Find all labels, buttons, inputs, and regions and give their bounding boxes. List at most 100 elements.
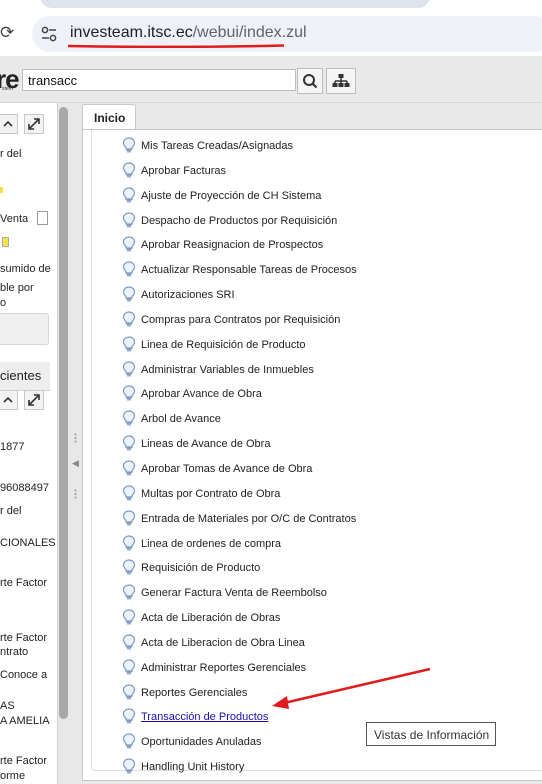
menu-item-label: Reportes Gerenciales (141, 686, 248, 699)
recent-panel-header: cientes (0, 362, 50, 391)
menu-item-label: Handling Unit History (141, 761, 245, 774)
menu-item-label: Aprobar Tomas de Avance de Obra (141, 462, 313, 475)
recent-item[interactable]: CIONALES (0, 537, 56, 549)
maximize-recent-button[interactable] (24, 390, 44, 410)
chevron-up-icon (3, 396, 13, 403)
expand-icon (28, 394, 40, 406)
recent-item[interactable]: ntrato (0, 646, 28, 658)
menu-item-label: Aprobar Reasignacion de Prospectos (141, 239, 324, 252)
menu-item-label: Oportunidades Anuladas (141, 736, 262, 749)
menu-item-label: Linea de ordenes de compra (141, 537, 282, 550)
lightbulb-icon (122, 162, 136, 178)
lightbulb-icon (122, 534, 136, 550)
maximize-panel-button[interactable] (24, 114, 44, 134)
menu-item-label: Multas por Contrato de Obra (141, 487, 281, 500)
splitter-grip-icon (74, 489, 77, 499)
expand-icon (28, 118, 40, 130)
menu-item-label: Requisición de Producto (141, 562, 261, 575)
browser-tab-strip (40, 0, 430, 8)
recent-item[interactable]: orme (0, 770, 25, 782)
collapse-recent-button[interactable] (0, 390, 18, 410)
menu-item-label: Linea de Requisición de Producto (141, 338, 306, 351)
lightbulb-icon (122, 460, 136, 476)
menu-item-label: Lineas de Avance de Obra (141, 438, 271, 451)
lightbulb-icon (122, 137, 136, 153)
lightbulb-icon (122, 659, 136, 675)
tooltip: Vistas de Información (366, 722, 496, 746)
app-header: re stem (0, 56, 542, 103)
menu-item-label: Administrar Reportes Gerenciales (141, 661, 307, 674)
app-body: r del Venta sumido de ble por o cientes … (0, 103, 542, 784)
tab-inicio[interactable]: Inicio (82, 104, 136, 130)
panel-text-line: ble por (0, 282, 34, 294)
collapse-arrow-icon[interactable]: ◀ (72, 459, 79, 469)
lightbulb-icon (122, 211, 136, 227)
panel-text-line: Venta (0, 213, 29, 225)
lightbulb-icon (122, 733, 136, 749)
home-content: Mis Tareas Creadas/Asignadas Aprobar Fact… (82, 129, 542, 781)
menu-item-label: Despacho de Productos por Requisición (141, 214, 338, 227)
menu-item-label: Mis Tareas Creadas/Asignadas (141, 140, 294, 152)
url-underline-annotation (68, 44, 284, 48)
menu-item-label: Transacción de Productos (141, 711, 269, 724)
panel-text-line: o (0, 297, 7, 309)
url-text: investeam.itsc.ec/webui/index.zul (70, 24, 307, 42)
recent-item[interactable]: 96088497 (0, 482, 49, 494)
lightbulb-icon (122, 708, 136, 724)
site-settings-icon[interactable] (40, 25, 58, 43)
app-logo-subtitle: stem (2, 86, 13, 92)
hierarchy-icon (332, 74, 350, 87)
lightbulb-icon (122, 758, 136, 774)
menu-item-label: Acta de Liberación de Obras (141, 612, 281, 625)
lightbulb-icon (122, 236, 136, 252)
lightbulb-icon (122, 634, 136, 650)
search-button[interactable] (297, 68, 323, 94)
menu-item-label: Ajuste de Proyección de CH Sistema (141, 189, 322, 202)
panel-text-line: sumido de (0, 263, 51, 275)
menu-tree-button[interactable] (326, 68, 356, 94)
lightbulb-icon (122, 485, 136, 501)
recent-item[interactable]: A AMELIA (0, 715, 50, 727)
global-search-input[interactable] (22, 69, 296, 91)
lightbulb-icon (122, 360, 136, 376)
lightbulb-icon (122, 261, 136, 277)
lightbulb-icon (122, 609, 136, 625)
menu-item-label: Generar Factura Venta de Reembolso (141, 587, 327, 600)
recent-item[interactable]: Conoce a (0, 669, 47, 681)
menu-item-label: Compras para Contratos por Requisición (141, 313, 341, 326)
menu-tree-container: Mis Tareas Creadas/Asignadas Aprobar Fact… (91, 130, 542, 774)
dashboard-panel: r del Venta sumido de ble por o cientes … (0, 103, 58, 784)
menu-item-label: Administrar Variables de Inmuebles (141, 363, 314, 376)
lightbulb-icon (122, 559, 136, 575)
recent-item[interactable]: 1877 (0, 441, 24, 453)
collapse-panel-button[interactable] (0, 114, 18, 134)
lightbulb-icon (122, 385, 136, 401)
recent-item[interactable]: r del (0, 505, 21, 517)
recent-item[interactable]: rte Factor (0, 632, 47, 644)
lightbulb-icon (122, 683, 136, 699)
panel-text-line: r del (0, 148, 22, 160)
lightbulb-icon (122, 336, 136, 352)
panel-scrollbar-thumb[interactable] (59, 107, 68, 719)
menu-item-label: Actualizar Responsable Tareas de Proceso… (141, 264, 357, 277)
lightbulb-icon (122, 311, 136, 327)
chevron-up-icon (3, 120, 13, 127)
panel-splitter[interactable] (71, 103, 81, 784)
tab-label: Inicio (94, 111, 126, 125)
recent-item[interactable]: AS (0, 700, 15, 712)
document-icon[interactable] (37, 211, 48, 225)
menu-item-label: Aprobar Avance de Obra (141, 388, 262, 401)
url-host: investeam.itsc.ec (70, 24, 193, 41)
lightbulb-icon (122, 435, 136, 451)
url-path: /webui/index.zul (192, 24, 307, 41)
splitter-grip-icon (74, 433, 77, 443)
note-icon (2, 237, 9, 247)
bulb-icon (0, 187, 3, 193)
reload-icon[interactable]: ⟳ (0, 22, 20, 44)
menu-item-label: Acta de Liberacion de Obra Linea (141, 636, 305, 649)
recent-item[interactable]: rte Factor (0, 755, 47, 767)
menu-item-label: Arbol de Avance (141, 413, 221, 426)
recent-item[interactable]: rte Factor (0, 577, 47, 589)
recent-panel-title: cientes (0, 368, 42, 383)
menu-item-label: Aprobar Facturas (141, 164, 226, 177)
